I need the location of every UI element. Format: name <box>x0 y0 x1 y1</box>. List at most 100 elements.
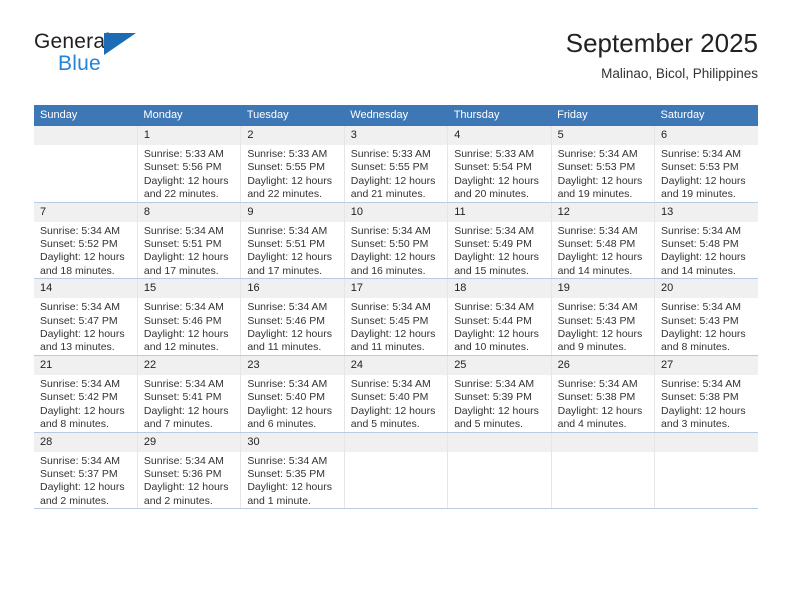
sunrise-time: Sunrise: 5:34 AM <box>143 301 224 314</box>
calendar-day-cell[interactable]: 21 Sunrise: 5:34 AM Sunset: 5:42 PM Dayligh… <box>34 355 138 433</box>
sunset-time: Sunset: 5:51 PM <box>247 238 325 251</box>
calendar-day-cell[interactable]: 5 Sunrise: 5:34 AM Sunset: 5:53 PM Daylight… <box>551 126 656 203</box>
day-number: 11 <box>448 202 551 222</box>
day-number: 1 <box>137 126 241 145</box>
daylight-duration-line2: and 19 minutes. <box>661 188 736 201</box>
generalblue-logo[interactable]: General Blue <box>34 30 204 88</box>
sunrise-time: Sunrise: 5:34 AM <box>247 377 328 390</box>
sunset-time: Sunset: 5:40 PM <box>350 391 429 404</box>
sunrise-sunset-calendar: Sunday Monday Tuesday Wednesday Thursday… <box>34 105 758 510</box>
logo-triangle-icon <box>104 33 136 55</box>
day-details: Sunrise: 5:34 AM Sunset: 5:50 PM Daylight:… <box>345 222 447 279</box>
day-details: Sunrise: 5:34 AM Sunset: 5:42 PM Daylight:… <box>34 375 137 432</box>
calendar-day-cell[interactable]: 3 Sunrise: 5:33 AM Sunset: 5:55 PM Daylight… <box>344 126 449 203</box>
daylight-duration-line2: and 6 minutes. <box>247 418 317 431</box>
calendar-day-cell[interactable]: 30 Sunrise: 5:34 AM Sunset: 5:35 PM Dayligh… <box>240 432 345 510</box>
sunset-time: Sunset: 5:48 PM <box>661 238 739 251</box>
calendar-day-cell[interactable]: 19 Sunrise: 5:34 AM Sunset: 5:43 PM Dayligh… <box>551 278 656 356</box>
daylight-duration-line1: Daylight: 12 hours <box>557 404 643 417</box>
calendar-week-row: 14 Sunrise: 5:34 AM Sunset: 5:47 PM Dayligh… <box>34 278 758 356</box>
calendar-day-cell[interactable]: 16 Sunrise: 5:34 AM Sunset: 5:46 PM Dayligh… <box>240 278 345 356</box>
calendar-day-cell[interactable]: 27 Sunrise: 5:34 AM Sunset: 5:38 PM Dayligh… <box>654 355 758 433</box>
sunset-time: Sunset: 5:50 PM <box>350 238 429 251</box>
calendar-day-cell[interactable]: 15 Sunrise: 5:34 AM Sunset: 5:46 PM Dayligh… <box>137 278 242 356</box>
sunset-time: Sunset: 5:46 PM <box>247 314 325 327</box>
sunrise-time: Sunrise: 5:34 AM <box>661 377 741 390</box>
daylight-duration-line2: and 2 minutes. <box>143 494 213 507</box>
day-number <box>344 432 448 452</box>
calendar-day-cell[interactable]: 25 Sunrise: 5:34 AM Sunset: 5:39 PM Dayligh… <box>447 355 552 433</box>
day-number: 8 <box>137 202 241 222</box>
calendar-day-cell[interactable]: 14 Sunrise: 5:34 AM Sunset: 5:47 PM Dayligh… <box>34 278 138 356</box>
calendar-day-cell[interactable]: 6 Sunrise: 5:34 AM Sunset: 5:53 PM Daylight… <box>654 126 758 203</box>
calendar-day-cell[interactable]: 12 Sunrise: 5:34 AM Sunset: 5:48 PM Dayligh… <box>551 202 656 280</box>
calendar-day-cell[interactable]: 7 Sunrise: 5:34 AM Sunset: 5:52 PM Daylight… <box>34 202 138 280</box>
daylight-duration-line1: Daylight: 12 hours <box>40 481 125 494</box>
sunrise-time: Sunrise: 5:34 AM <box>40 454 120 467</box>
day-details: Sunrise: 5:34 AM Sunset: 5:43 PM Daylight:… <box>655 298 758 355</box>
calendar-day-cell[interactable]: 18 Sunrise: 5:34 AM Sunset: 5:44 PM Dayligh… <box>447 278 552 356</box>
calendar-day-cell[interactable]: 8 Sunrise: 5:34 AM Sunset: 5:51 PM Daylight… <box>137 202 242 280</box>
day-details: Sunrise: 5:34 AM Sunset: 5:53 PM Daylight:… <box>552 145 654 202</box>
calendar-day-cell[interactable]: 20 Sunrise: 5:34 AM Sunset: 5:43 PM Dayligh… <box>654 278 758 356</box>
sunset-time: Sunset: 5:43 PM <box>557 314 636 327</box>
calendar-day-cell[interactable]: 4 Sunrise: 5:33 AM Sunset: 5:54 PM Daylight… <box>447 126 552 203</box>
day-number: 7 <box>34 202 137 222</box>
day-details: Sunrise: 5:34 AM Sunset: 5:40 PM Daylight:… <box>241 375 343 432</box>
calendar-day-cell[interactable]: 1 Sunrise: 5:33 AM Sunset: 5:56 PM Daylight… <box>137 126 242 203</box>
sunset-time: Sunset: 5:49 PM <box>454 238 532 251</box>
day-details: Sunrise: 5:34 AM Sunset: 5:46 PM Daylight:… <box>138 298 240 355</box>
daylight-duration-line1: Daylight: 12 hours <box>247 251 332 264</box>
sunrise-time: Sunrise: 5:34 AM <box>557 148 638 160</box>
day-details: Sunrise: 5:33 AM Sunset: 5:56 PM Daylight:… <box>138 145 240 202</box>
day-details: Sunrise: 5:34 AM Sunset: 5:48 PM Daylight:… <box>655 222 758 279</box>
daylight-duration-line1: Daylight: 12 hours <box>247 328 332 341</box>
calendar-day-cell[interactable]: 22 Sunrise: 5:34 AM Sunset: 5:41 PM Dayligh… <box>137 355 242 433</box>
weekday-header-wednesday: Wednesday <box>344 105 448 126</box>
daylight-duration-line1: Daylight: 12 hours <box>350 251 436 264</box>
day-details: Sunrise: 5:34 AM Sunset: 5:46 PM Daylight:… <box>241 298 343 355</box>
day-number: 4 <box>448 126 551 145</box>
day-number: 22 <box>137 355 241 375</box>
calendar-day-cell[interactable]: 29 Sunrise: 5:34 AM Sunset: 5:36 PM Dayligh… <box>137 432 242 510</box>
day-number: 20 <box>655 279 758 299</box>
day-number: 19 <box>551 279 655 299</box>
daylight-duration-line1: Daylight: 12 hours <box>350 328 436 341</box>
day-details: Sunrise: 5:34 AM Sunset: 5:51 PM Daylight:… <box>241 222 343 279</box>
page-header: General Blue September 2025 Malinao, Bic… <box>34 26 758 98</box>
daylight-duration-line2: and 5 minutes. <box>454 418 524 431</box>
daylight-duration-line2: and 3 minutes. <box>661 418 730 431</box>
day-details: Sunrise: 5:34 AM Sunset: 5:52 PM Daylight:… <box>34 222 137 279</box>
daylight-duration-line1: Daylight: 12 hours <box>247 404 332 417</box>
calendar-day-cell[interactable]: 9 Sunrise: 5:34 AM Sunset: 5:51 PM Daylight… <box>240 202 345 280</box>
sunset-time: Sunset: 5:43 PM <box>661 314 739 327</box>
daylight-duration-line1: Daylight: 12 hours <box>40 404 125 417</box>
calendar-day-cell[interactable]: 13 Sunrise: 5:34 AM Sunset: 5:48 PM Dayligh… <box>654 202 758 280</box>
calendar-day-cell[interactable]: 2 Sunrise: 5:33 AM Sunset: 5:55 PM Daylight… <box>240 126 345 203</box>
daylight-duration-line2: and 17 minutes. <box>143 264 219 277</box>
calendar-day-cell[interactable]: 10 Sunrise: 5:34 AM Sunset: 5:50 PM Dayligh… <box>344 202 449 280</box>
daylight-duration-line1: Daylight: 12 hours <box>661 404 746 417</box>
calendar-week-row: 7 Sunrise: 5:34 AM Sunset: 5:52 PM Daylight… <box>34 202 758 280</box>
sunrise-time: Sunrise: 5:34 AM <box>661 148 741 160</box>
daylight-duration-line2: and 22 minutes. <box>143 188 219 201</box>
logo-text-blue: Blue <box>58 52 101 75</box>
day-number: 23 <box>241 355 344 375</box>
calendar-day-cell[interactable]: 24 Sunrise: 5:34 AM Sunset: 5:40 PM Dayligh… <box>344 355 449 433</box>
daylight-duration-line1: Daylight: 12 hours <box>557 251 643 264</box>
calendar-day-cell[interactable]: 28 Sunrise: 5:34 AM Sunset: 5:37 PM Dayligh… <box>34 432 138 510</box>
daylight-duration-line2: and 21 minutes. <box>350 188 426 201</box>
calendar-day-cell[interactable]: 17 Sunrise: 5:34 AM Sunset: 5:45 PM Dayligh… <box>344 278 449 356</box>
calendar-week-row: 28 Sunrise: 5:34 AM Sunset: 5:37 PM Dayligh… <box>34 432 758 510</box>
calendar-day-cell[interactable]: 26 Sunrise: 5:34 AM Sunset: 5:38 PM Dayligh… <box>551 355 656 433</box>
sunrise-time: Sunrise: 5:34 AM <box>454 301 535 314</box>
daylight-duration-line1: Daylight: 12 hours <box>661 251 746 264</box>
calendar-page: General Blue September 2025 Malinao, Bic… <box>0 0 792 612</box>
calendar-day-cell[interactable]: 11 Sunrise: 5:34 AM Sunset: 5:49 PM Dayligh… <box>447 202 552 280</box>
weekday-header-saturday: Saturday <box>654 105 758 126</box>
daylight-duration-line1: Daylight: 12 hours <box>40 328 125 341</box>
daylight-duration-line1: Daylight: 12 hours <box>143 174 229 187</box>
calendar-day-cell[interactable]: 23 Sunrise: 5:34 AM Sunset: 5:40 PM Dayligh… <box>240 355 345 433</box>
calendar-body: 1 Sunrise: 5:33 AM Sunset: 5:56 PM Daylight… <box>34 126 758 510</box>
sunset-time: Sunset: 5:36 PM <box>143 467 222 480</box>
